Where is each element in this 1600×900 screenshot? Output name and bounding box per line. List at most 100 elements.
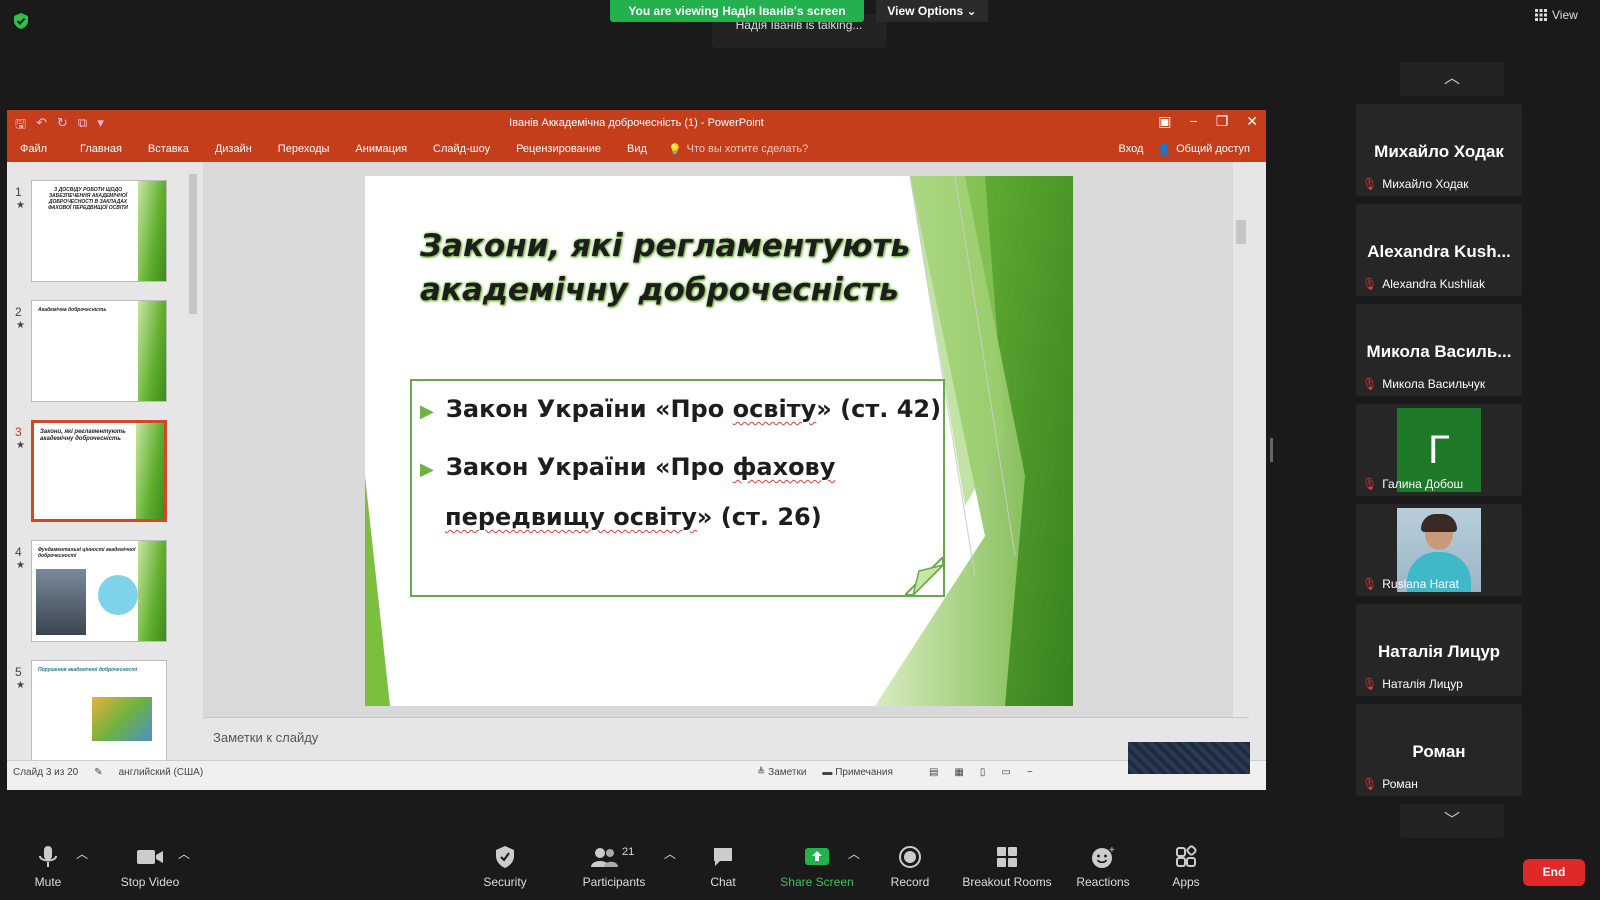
- reactions-button[interactable]: + Reactions: [1070, 845, 1136, 900]
- gallery-down-button[interactable]: ﹀: [1400, 804, 1504, 838]
- participant-label: 🎙 Наталія Лицур: [1362, 677, 1463, 691]
- participant-tile[interactable]: Роман 🎙 Роман: [1356, 704, 1522, 796]
- participant-label: 🎙 Роман: [1362, 777, 1418, 791]
- record-label: Record: [890, 875, 930, 889]
- mic-muted-icon: 🎙: [1362, 577, 1378, 591]
- breakout-rooms-label: Breakout Rooms: [962, 875, 1052, 889]
- tab-design[interactable]: Дизайн: [202, 143, 265, 155]
- participants-label: Participants: [582, 875, 646, 889]
- participant-tile[interactable]: Микола Василь... 🎙 Микола Васильчук: [1356, 304, 1522, 396]
- participant-name: Михайло Ходак: [1382, 177, 1469, 191]
- smiley-icon: +: [1092, 845, 1115, 868]
- mic-muted-icon: 🎙: [1362, 377, 1378, 391]
- thumbnail-slide-4[interactable]: 4 ★ Фундаментальні цінності академічної д…: [7, 540, 187, 648]
- bullet-2-line2-tail: » (ст. 26): [696, 503, 822, 531]
- tab-review[interactable]: Рецензирование: [503, 143, 614, 155]
- page-curl-graphic: [905, 557, 945, 597]
- current-slide[interactable]: Закони, які регламентують академічну доб…: [365, 176, 1073, 706]
- notes-toggle[interactable]: ≜ Заметки: [757, 767, 806, 778]
- participant-tile[interactable]: Alexandra Kush... 🎙 Alexandra Kushliak: [1356, 204, 1522, 296]
- panel-splitter-handle[interactable]: [1270, 438, 1273, 462]
- view-options-label: View Options: [887, 4, 964, 18]
- bullet-triangle-icon: ▶: [420, 401, 434, 422]
- slide-title[interactable]: Закони, які регламентують академічну доб…: [420, 224, 940, 312]
- share-options-caret[interactable]: ︿: [848, 845, 860, 900]
- powerpoint-window: 🖫 ↶ ↻ ⧉ ▾ Іванів Аккадемічна доброчесніс…: [7, 110, 1266, 790]
- participant-tile[interactable]: Наталія Лицур 🎙 Наталія Лицур: [1356, 604, 1522, 696]
- share-screen-button[interactable]: Share Screen: [778, 845, 856, 900]
- chat-button[interactable]: Chat: [703, 845, 743, 900]
- animation-star-icon: ★: [16, 560, 25, 571]
- end-meeting-button[interactable]: End: [1523, 859, 1585, 886]
- reading-view-icon[interactable]: ▯: [980, 767, 986, 778]
- view-label: View: [1552, 8, 1578, 22]
- tab-insert[interactable]: Вставка: [135, 143, 202, 155]
- participant-tile[interactable]: Г 🎙 Галина Добош: [1356, 404, 1522, 496]
- grid-icon: [1535, 9, 1547, 21]
- thumbnail-slide-3[interactable]: 3 ★ Закони, які регламентують академічну …: [7, 420, 187, 528]
- slideshow-view-icon[interactable]: ▭: [1001, 767, 1010, 778]
- tab-slideshow[interactable]: Слайд-шоу: [420, 143, 503, 155]
- gallery-up-button[interactable]: ︿: [1400, 62, 1504, 96]
- audio-options-caret[interactable]: ︿: [76, 845, 88, 900]
- ribbon-display-icon[interactable]: ▣: [1158, 113, 1171, 130]
- video-options-caret[interactable]: ︿: [178, 845, 190, 900]
- minimize-icon[interactable]: −: [1190, 113, 1198, 130]
- view-button[interactable]: View: [1535, 8, 1578, 22]
- participants-button[interactable]: 21 Participants: [578, 845, 650, 900]
- thumbnails-scrollbar[interactable]: [187, 162, 199, 752]
- encryption-shield-icon[interactable]: [12, 12, 30, 30]
- video-camera-icon: [137, 850, 163, 864]
- security-button[interactable]: Security: [475, 845, 535, 900]
- thumb-image: Фундаментальні цінності академічної добр…: [31, 540, 167, 642]
- chat-label: Chat: [710, 875, 736, 889]
- record-button[interactable]: Record: [884, 845, 936, 900]
- bullet-2-spellcheck: фахову: [732, 453, 836, 481]
- tell-me-search[interactable]: 💡 Что вы хотите сделать?: [668, 143, 808, 156]
- thumbnail-slide-2[interactable]: 2 ★ Академічна доброчесність: [7, 300, 187, 408]
- thumbnail-slide-5[interactable]: 5 ★ Порушення академічної доброчесності: [7, 660, 187, 768]
- bullet-2-line-2: передвищу освіту» (ст. 26): [445, 503, 822, 531]
- view-options-button[interactable]: View Options ⌄: [876, 0, 988, 22]
- comments-toggle[interactable]: ▬ Примечания: [822, 767, 893, 778]
- bullet-2-text: Закон України «Про: [445, 453, 733, 481]
- slide-counter: Слайд 3 из 20: [13, 767, 79, 778]
- participants-options-caret[interactable]: ︿: [664, 845, 676, 900]
- chat-bubble-icon: [714, 848, 732, 866]
- tab-view[interactable]: Вид: [614, 143, 660, 155]
- reactions-label: Reactions: [1076, 875, 1130, 889]
- animation-star-icon: ★: [16, 680, 25, 691]
- thumbnail-slide-1[interactable]: 1 ★ З ДОСВІДУ РОБОТИ ЩОДО ЗАБЕЗПЕЧЕННЯ АК…: [7, 180, 187, 288]
- login-link[interactable]: Вход: [1119, 143, 1144, 155]
- thumb-number: 1: [15, 185, 22, 199]
- tab-file[interactable]: Файл: [7, 143, 60, 155]
- slide-vertical-scrollbar[interactable]: [1233, 162, 1249, 717]
- share-button[interactable]: 👤 Общий доступ: [1157, 143, 1250, 156]
- apps-button[interactable]: Apps: [1166, 845, 1206, 900]
- apps-icon: [1176, 845, 1197, 867]
- close-icon[interactable]: ✕: [1246, 113, 1258, 130]
- tab-transitions[interactable]: Переходы: [265, 143, 343, 155]
- participant-tile[interactable]: 🎙 Ruslana Harat: [1356, 504, 1522, 596]
- normal-view-icon[interactable]: ▤: [929, 767, 938, 778]
- participant-tile[interactable]: Михайло Ходак 🎙 Михайло Ходак: [1356, 104, 1522, 196]
- mute-button[interactable]: Mute: [22, 845, 74, 900]
- thumb-text: Академічна доброчесність: [38, 307, 107, 313]
- zoom-out-icon[interactable]: −: [1027, 767, 1033, 778]
- bullets-textbox[interactable]: ▶ Закон України «Про освіту» (ст. 42) ▶ За…: [410, 379, 945, 597]
- bullet-1-tail: » (ст. 42): [816, 395, 942, 423]
- tab-home[interactable]: Главная: [60, 143, 135, 155]
- participant-name: Ruslana Harat: [1382, 577, 1459, 591]
- thumb-image: Академічна доброчесність: [31, 300, 167, 402]
- person-icon: 👤: [1157, 143, 1172, 156]
- thumb-image: Порушення академічної доброчесності: [31, 660, 167, 762]
- breakout-rooms-button[interactable]: Breakout Rooms: [956, 845, 1058, 900]
- maximize-icon[interactable]: ❐: [1216, 113, 1229, 130]
- notes-pane[interactable]: Заметки к слайду: [203, 717, 1249, 760]
- tab-animations[interactable]: Анимация: [342, 143, 420, 155]
- thumb-text: З ДОСВІДУ РОБОТИ ЩОДО ЗАБЕЗПЕЧЕННЯ АКАДЕ…: [48, 187, 128, 211]
- slide-sorter-icon[interactable]: ▦: [954, 767, 963, 778]
- language-indicator[interactable]: английский (США): [119, 767, 204, 778]
- animation-star-icon: ★: [16, 320, 25, 331]
- spellcheck-icon[interactable]: ✎: [94, 767, 102, 778]
